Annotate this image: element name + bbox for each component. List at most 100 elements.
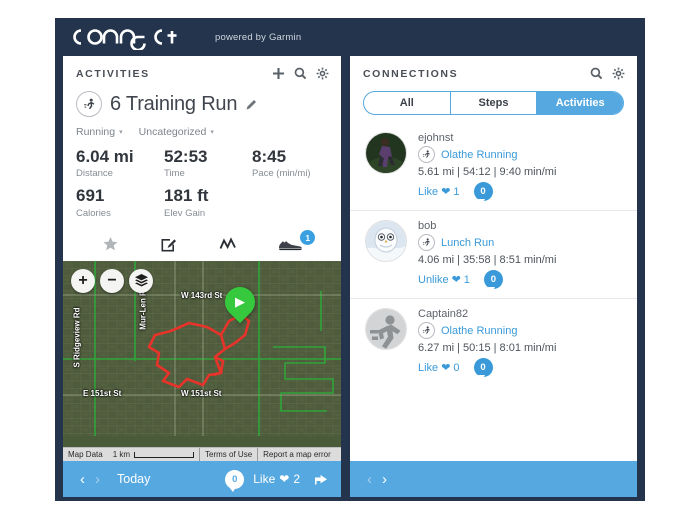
avatar[interactable] xyxy=(365,220,407,262)
layers-button[interactable] xyxy=(129,268,153,293)
heart-icon: ❤ xyxy=(441,186,451,198)
stats-row-1: 6.04 mi Distance 52:53 Time 8:45 Pace (m… xyxy=(76,147,328,179)
zoom-out-button[interactable]: − xyxy=(100,268,124,293)
stat-distance-label: Distance xyxy=(76,168,113,180)
tag-uncategorized[interactable]: Uncategorized ▾ xyxy=(139,126,214,138)
gear-icon[interactable] xyxy=(612,67,625,80)
connection-stats: 5.61 mi | 54:12 | 9:40 min/mi xyxy=(418,166,557,178)
activity-stats: 6.04 mi Distance 52:53 Time 8:45 Pace (m… xyxy=(76,147,328,219)
like-label: Like xyxy=(253,472,276,486)
connections-title: CONNECTIONS xyxy=(363,67,459,80)
tab-steps[interactable]: Steps xyxy=(449,92,537,114)
next-page-button[interactable]: › xyxy=(377,471,392,488)
connection-stats: 6.27 mi | 50:15 | 8:01 min/mi xyxy=(418,342,557,354)
road-label-ridgeview: S Ridgeview Rd xyxy=(72,307,82,368)
stat-elev-gain: 181 ft Elev Gain xyxy=(164,186,252,218)
list-item[interactable]: ejohnst Olathe Running 5.61 mi | 54:12 |… xyxy=(350,123,637,211)
connection-username[interactable]: bob xyxy=(418,220,624,232)
connections-panel: CONNECTIONS All Steps Activities ejohnst… xyxy=(350,56,637,497)
tag-running-label: Running xyxy=(76,126,116,138)
connections-filter-tabs: All Steps Activities xyxy=(363,91,624,115)
connection-activity-name[interactable]: Olathe Running xyxy=(441,149,517,161)
connection-like-control[interactable]: Unlike ❤ 1 xyxy=(418,273,470,287)
stats-row-2: 691 Calories 181 ft Elev Gain xyxy=(76,186,328,218)
panels-container: ACTIVITIES 6 Training Run Running ▾ Unca… xyxy=(55,56,645,497)
activity-name[interactable]: 6 Training Run xyxy=(110,93,237,116)
comment-count-badge[interactable]: 0 xyxy=(225,469,245,492)
stat-distance: 6.04 mi Distance xyxy=(76,147,164,179)
running-icon xyxy=(418,234,435,251)
gear-icon[interactable] xyxy=(316,67,329,80)
connection-comment-badge[interactable]: 0 xyxy=(483,270,503,292)
tag-uncategorized-label: Uncategorized xyxy=(138,126,207,138)
pencil-icon[interactable] xyxy=(245,98,258,111)
connection-username[interactable]: ejohnst xyxy=(418,132,624,144)
stat-pace-label: Pace (min/mi) xyxy=(252,168,311,180)
stat-time: 52:53 Time xyxy=(164,147,252,179)
zoom-in-button[interactable]: + xyxy=(71,268,95,293)
connection-username[interactable]: Captain82 xyxy=(418,308,624,320)
shoe-badge-count: 1 xyxy=(300,230,316,246)
play-icon: ▶ xyxy=(235,293,245,309)
activity-map[interactable]: + − W 143rd St W 151st St E 151st St S R… xyxy=(63,260,341,461)
activity-title-row: 6 Training Run xyxy=(76,91,328,117)
connection-stats: 4.06 mi | 35:58 | 8:51 min/mi xyxy=(418,254,557,266)
tab-activities[interactable]: Activities xyxy=(536,92,623,114)
chevron-down-icon: ▾ xyxy=(119,129,123,136)
activities-title: ACTIVITIES xyxy=(76,67,150,80)
star-icon[interactable] xyxy=(102,236,119,253)
map-scale: 1 km xyxy=(108,448,199,461)
tag-running[interactable]: Running ▾ xyxy=(76,126,123,138)
prev-activity-button[interactable]: ‹ xyxy=(75,471,90,488)
stat-pace-value: 8:45 xyxy=(252,147,287,166)
list-item[interactable]: bob Lunch Run 4.06 mi | 35:58 | 8:51 min… xyxy=(350,211,637,299)
avatar[interactable] xyxy=(365,132,407,174)
scale-bar xyxy=(134,451,195,458)
connection-activity-name[interactable]: Olathe Running xyxy=(441,325,517,337)
connection-activity-name[interactable]: Lunch Run xyxy=(441,237,494,249)
prev-page-button[interactable]: ‹ xyxy=(362,471,377,488)
activities-panel: ACTIVITIES 6 Training Run Running ▾ Unca… xyxy=(63,56,341,497)
road-label-w151st: W 151st St xyxy=(181,388,222,398)
running-icon xyxy=(418,322,435,339)
search-icon[interactable] xyxy=(294,67,307,80)
map-controls: + − xyxy=(71,268,153,293)
plus-icon[interactable] xyxy=(272,67,285,80)
like-control[interactable]: Like ❤ 2 xyxy=(253,472,300,486)
shoe-icon[interactable]: 1 xyxy=(278,230,316,251)
chart-line-icon[interactable] xyxy=(219,236,237,253)
road-label-e151st: E 151st St xyxy=(83,388,122,398)
connection-like-control[interactable]: Like ❤ 0 xyxy=(418,361,460,375)
running-icon xyxy=(76,91,102,117)
map-report-link[interactable]: Report a map error xyxy=(257,448,336,461)
next-activity-button[interactable]: › xyxy=(90,471,105,488)
tab-all[interactable]: All xyxy=(364,92,450,114)
connection-like-count: 1 xyxy=(453,185,460,198)
stat-calories-label: Calories xyxy=(76,207,111,219)
map-terms-link[interactable]: Terms of Use xyxy=(199,448,257,461)
brand-tagline: powered by Garmin xyxy=(215,31,302,43)
activity-footer: ‹ › Today 0 Like ❤ 2 xyxy=(63,461,341,497)
running-icon xyxy=(418,146,435,163)
connection-comment-badge[interactable]: 0 xyxy=(473,182,493,204)
list-item[interactable]: Captain82 Olathe Running 6.27 mi | 50:15… xyxy=(350,299,637,386)
brand-bar: powered by Garmin xyxy=(55,18,645,56)
connection-like-label: Like xyxy=(418,185,439,198)
connection-like-control[interactable]: Like ❤ 1 xyxy=(418,185,460,199)
road-label-w143rd: W 143rd St xyxy=(181,290,223,300)
activity-tags: Running ▾ Uncategorized ▾ xyxy=(76,126,328,138)
avatar[interactable] xyxy=(365,308,407,350)
connection-like-count: 1 xyxy=(463,273,470,286)
chevron-down-icon: ▾ xyxy=(210,129,214,136)
stat-elev-gain-value: 181 ft xyxy=(164,186,209,206)
today-label[interactable]: Today xyxy=(117,472,150,486)
stat-calories-value: 691 xyxy=(76,186,105,206)
stat-pace: 8:45 Pace (min/mi) xyxy=(252,147,311,179)
connection-comment-badge[interactable]: 0 xyxy=(473,358,493,380)
edit-note-icon[interactable] xyxy=(160,236,177,253)
search-icon[interactable] xyxy=(590,67,603,80)
connections-header: CONNECTIONS xyxy=(350,56,637,89)
connection-like-label: Unlike xyxy=(418,273,449,286)
activities-header: ACTIVITIES xyxy=(63,56,341,89)
share-icon[interactable] xyxy=(314,473,329,486)
